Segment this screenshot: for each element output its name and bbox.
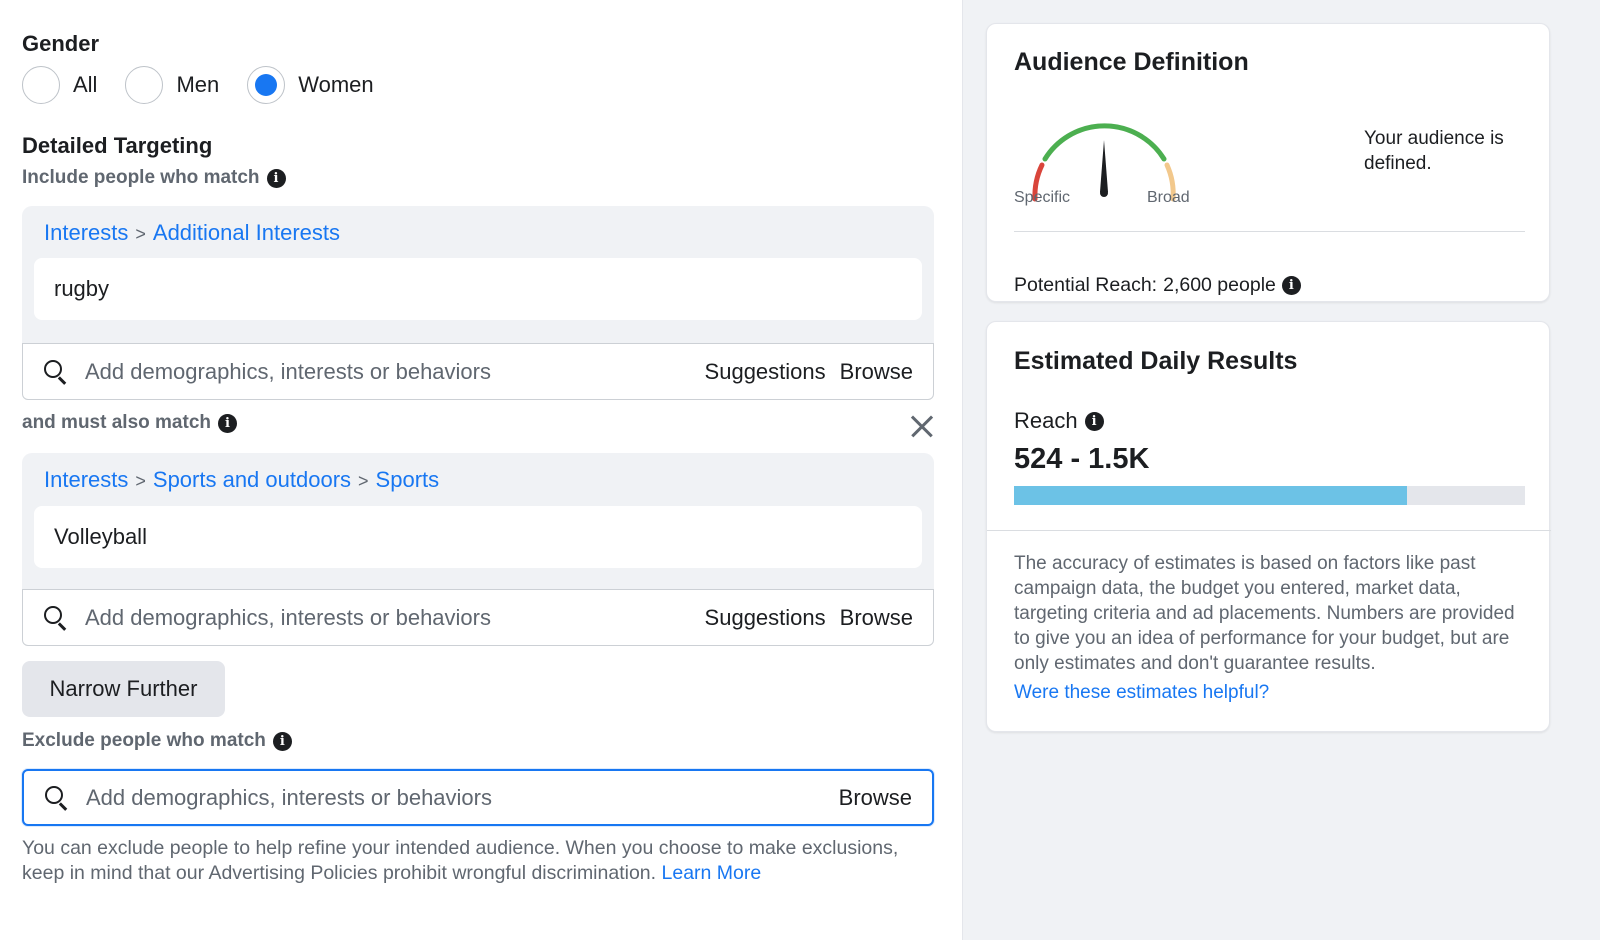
accuracy-disclaimer: The accuracy of estimates is based on fa… bbox=[1014, 553, 1515, 674]
estimates-helpful-link[interactable]: Were these estimates helpful? bbox=[1014, 682, 1269, 704]
radio-all-label: All bbox=[73, 72, 98, 97]
exclude-label-text: Exclude people who match bbox=[22, 730, 266, 751]
gauge-label-specific: Specific bbox=[1014, 189, 1071, 206]
divider bbox=[1014, 231, 1525, 232]
breadcrumb-additional-interests[interactable]: Additional Interests bbox=[153, 220, 340, 246]
breadcrumb-interests[interactable]: Interests bbox=[44, 467, 128, 493]
summary-panel: Audience Definition Specific Broad Your … bbox=[962, 0, 1600, 940]
radio-women-label: Women bbox=[298, 72, 374, 97]
exclude-search-input[interactable]: Add demographics, interests or behaviors… bbox=[22, 769, 934, 826]
radio-all[interactable] bbox=[22, 66, 60, 104]
info-icon[interactable]: i bbox=[1084, 411, 1104, 431]
radio-men[interactable] bbox=[125, 66, 164, 104]
audience-definition-title: Audience Definition bbox=[1014, 48, 1249, 76]
info-icon[interactable]: i bbox=[1281, 276, 1301, 295]
include-label: Include people who match i bbox=[22, 167, 286, 189]
targeting-panel: Gender All Men Women Detailed Targeting … bbox=[0, 0, 980, 940]
info-icon[interactable]: i bbox=[218, 413, 237, 433]
search-icon bbox=[43, 605, 69, 631]
breadcrumb-separator: > bbox=[358, 471, 369, 491]
breadcrumb-sports[interactable]: Sports bbox=[376, 467, 440, 493]
interest-chip-rugby[interactable]: rugby bbox=[34, 258, 922, 320]
potential-reach: Potential Reach: 2,600 people i bbox=[1014, 274, 1301, 297]
exclusion-footnote: You can exclude people to help refine yo… bbox=[22, 836, 942, 886]
search-icon bbox=[44, 785, 70, 811]
radio-women[interactable] bbox=[247, 66, 286, 104]
breadcrumb-interests[interactable]: Interests bbox=[44, 220, 128, 246]
suggestions-button[interactable]: Suggestions bbox=[705, 359, 826, 385]
search-placeholder[interactable]: Add demographics, interests or behaviors bbox=[86, 785, 839, 811]
gender-option-all[interactable]: All bbox=[22, 66, 97, 104]
gender-option-women[interactable]: Women bbox=[247, 66, 374, 104]
reach-progress-fill bbox=[1014, 486, 1408, 505]
search-placeholder[interactable]: Add demographics, interests or behaviors bbox=[85, 359, 705, 385]
must-match-label: and must also match i bbox=[22, 412, 237, 434]
gender-title: Gender bbox=[22, 31, 100, 56]
footnote-text: You can exclude people to help refine yo… bbox=[22, 837, 899, 884]
close-icon[interactable] bbox=[908, 412, 936, 440]
radio-men-label: Men bbox=[176, 72, 220, 97]
audience-status-text: Your audience is defined. bbox=[1364, 128, 1504, 174]
divider bbox=[987, 530, 1551, 531]
info-icon[interactable]: i bbox=[272, 731, 292, 751]
learn-more-link[interactable]: Learn More bbox=[662, 862, 762, 884]
narrow-further-button[interactable]: Narrow Further bbox=[22, 661, 225, 717]
reach-label-text: Reach bbox=[1014, 408, 1078, 433]
reach-progress-bar bbox=[1014, 486, 1525, 505]
search-icon bbox=[43, 359, 69, 385]
include-targeting-box: Interests > Additional Interests rugby bbox=[22, 206, 934, 344]
breadcrumb: Interests > Additional Interests bbox=[44, 220, 340, 246]
potential-reach-label: Potential Reach: bbox=[1014, 274, 1158, 296]
breadcrumb-separator: > bbox=[135, 224, 146, 244]
suggestions-button[interactable]: Suggestions bbox=[705, 605, 826, 631]
must-match-label-text: and must also match bbox=[22, 412, 211, 433]
estimated-daily-results-card: Estimated Daily Results Reach i 524 - 1.… bbox=[986, 321, 1551, 732]
gender-option-men[interactable]: Men bbox=[125, 66, 219, 104]
browse-button[interactable]: Browse bbox=[840, 605, 913, 631]
breadcrumb-separator: > bbox=[135, 471, 146, 491]
estimated-results-title: Estimated Daily Results bbox=[1014, 347, 1298, 375]
gauge-needle-icon bbox=[1100, 140, 1108, 195]
detailed-targeting-title: Detailed Targeting bbox=[22, 133, 213, 158]
gender-radio-group: All Men Women bbox=[22, 66, 402, 104]
must-match-search-input[interactable]: Add demographics, interests or behaviors… bbox=[22, 589, 934, 646]
audience-definition-card: Audience Definition Specific Broad Your … bbox=[986, 23, 1550, 302]
gauge-label-broad: Broad bbox=[1147, 189, 1190, 206]
must-match-targeting-box: Interests > Sports and outdoors > Sports… bbox=[22, 453, 934, 591]
search-placeholder[interactable]: Add demographics, interests or behaviors bbox=[85, 605, 705, 631]
browse-button[interactable]: Browse bbox=[839, 785, 912, 811]
breadcrumb: Interests > Sports and outdoors > Sports bbox=[44, 467, 439, 493]
include-search-input[interactable]: Add demographics, interests or behaviors… bbox=[22, 343, 934, 400]
exclude-label: Exclude people who match i bbox=[22, 730, 292, 752]
info-icon[interactable]: i bbox=[266, 168, 286, 188]
include-label-text: Include people who match bbox=[22, 167, 260, 188]
interest-chip-volleyball[interactable]: Volleyball bbox=[34, 506, 922, 568]
reach-label: Reach i bbox=[1014, 408, 1104, 434]
browse-button[interactable]: Browse bbox=[840, 359, 913, 385]
potential-reach-value: 2,600 people bbox=[1163, 274, 1276, 296]
reach-value: 524 - 1.5K bbox=[1014, 443, 1150, 475]
breadcrumb-sports-and-outdoors[interactable]: Sports and outdoors bbox=[153, 467, 351, 493]
